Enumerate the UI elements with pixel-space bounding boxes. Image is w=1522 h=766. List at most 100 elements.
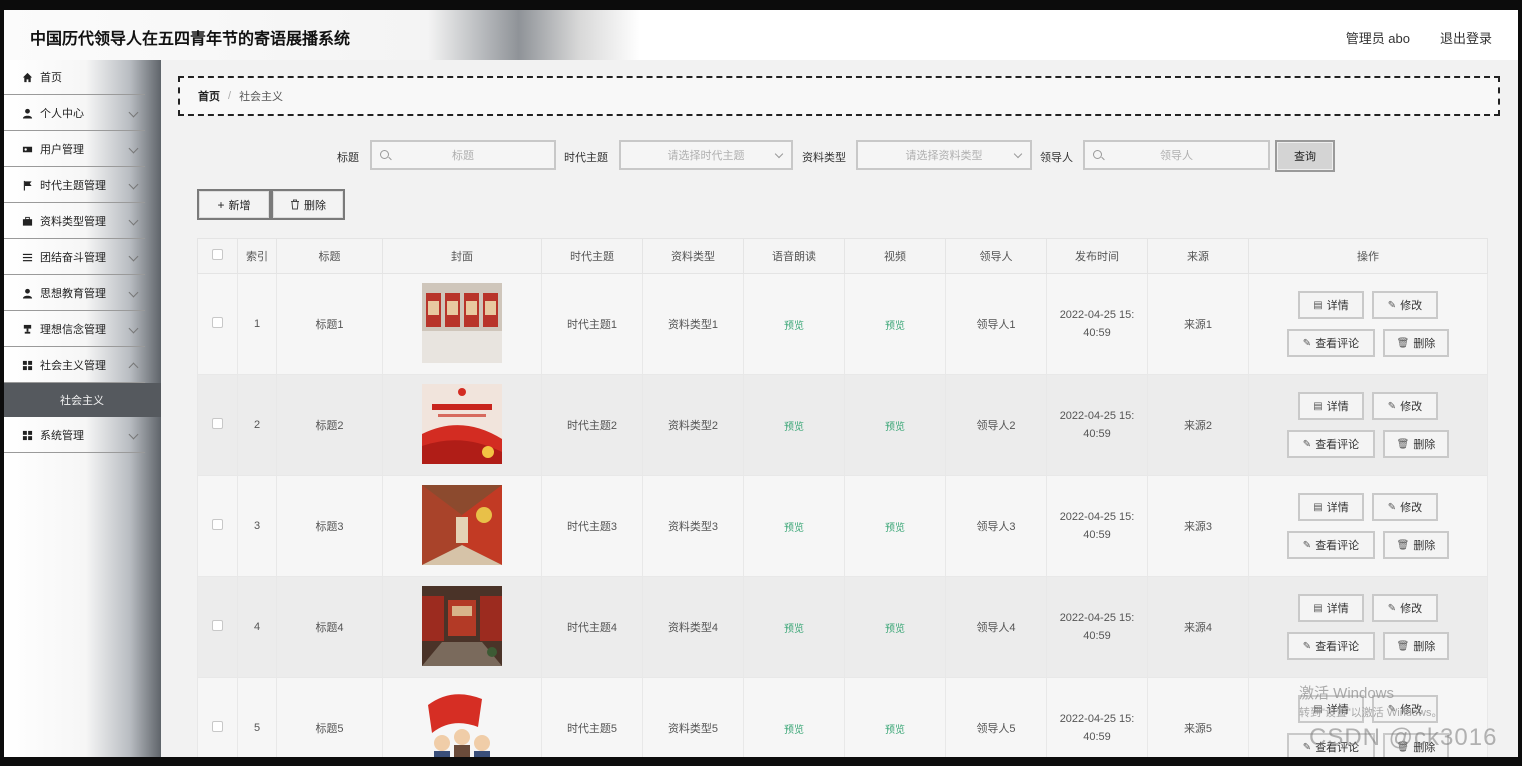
row-type: 资料类型1 bbox=[642, 273, 744, 375]
view-comments-button[interactable]: ✎ 查看评论 bbox=[1287, 531, 1375, 559]
sidebar-item-home[interactable]: 首页 bbox=[4, 60, 145, 95]
theme-placeholder: 请选择时代主题 bbox=[667, 150, 745, 162]
sidebar-item-label: 系统管理 bbox=[40, 430, 84, 442]
edit-label: 修改 bbox=[1400, 502, 1423, 514]
add-button-label: 新增 bbox=[228, 199, 251, 212]
detail-button[interactable]: ▤ 详情 bbox=[1298, 493, 1364, 521]
sidebar-item-user-management[interactable]: 用户管理 bbox=[4, 132, 145, 167]
edit-button[interactable]: ✎ 修改 bbox=[1372, 493, 1438, 521]
chevron-down-icon bbox=[128, 215, 139, 226]
sidebar-item-ideal-belief[interactable]: 理想信念管理 bbox=[4, 312, 145, 347]
row-delete-button[interactable]: 🗑 删除 bbox=[1383, 329, 1449, 357]
row-checkbox[interactable] bbox=[212, 418, 223, 429]
video-preview-link[interactable]: 预览 bbox=[885, 422, 905, 433]
sidebar-item-personal-center[interactable]: 个人中心 bbox=[4, 96, 145, 131]
leader-search-input[interactable]: 领导人 bbox=[1083, 140, 1270, 170]
video-preview-link[interactable]: 预览 bbox=[885, 725, 905, 736]
audio-preview-link[interactable]: 预览 bbox=[784, 321, 804, 332]
delete-button[interactable]: 删除 bbox=[271, 189, 345, 220]
row-delete-button[interactable]: 🗑 删除 bbox=[1383, 430, 1449, 458]
row-source: 来源4 bbox=[1147, 576, 1249, 678]
video-preview-link[interactable]: 预览 bbox=[885, 624, 905, 635]
audio-preview-link[interactable]: 预览 bbox=[784, 523, 804, 534]
sidebar-item-label: 团结奋斗管理 bbox=[40, 252, 106, 264]
type-label: 资料类型 bbox=[802, 152, 846, 164]
view-comments-button[interactable]: ✎ 查看评论 bbox=[1287, 430, 1375, 458]
flag-icon bbox=[23, 180, 32, 191]
sidebar-subitem-socialism[interactable]: 社会主义 bbox=[4, 383, 161, 417]
breadcrumb-separator: / bbox=[228, 90, 232, 102]
column-header: 资料类型 bbox=[642, 238, 744, 274]
audio-preview-link[interactable]: 预览 bbox=[784, 725, 804, 736]
edit-button[interactable]: ✎ 修改 bbox=[1372, 594, 1438, 622]
edit-button[interactable]: ✎ 修改 bbox=[1372, 392, 1438, 420]
sidebar-item-system-management[interactable]: 系统管理 bbox=[4, 418, 145, 453]
row-checkbox[interactable] bbox=[212, 721, 223, 732]
row-theme: 时代主题5 bbox=[541, 677, 643, 757]
chevron-down-icon bbox=[128, 323, 139, 334]
select-all-checkbox[interactable] bbox=[212, 249, 223, 260]
type-select[interactable]: 请选择资料类型 bbox=[856, 140, 1032, 170]
sidebar-item-ideology-education[interactable]: 思想教育管理 bbox=[4, 276, 145, 311]
row-delete-button[interactable]: 🗑 删除 bbox=[1383, 632, 1449, 660]
detail-label: 详情 bbox=[1326, 401, 1349, 413]
video-preview-link[interactable]: 预览 bbox=[885, 523, 905, 534]
detail-button[interactable]: ▤ 详情 bbox=[1298, 291, 1364, 319]
edit-button[interactable]: ✎ 修改 bbox=[1372, 291, 1438, 319]
sidebar-item-material-type[interactable]: 资料类型管理 bbox=[4, 204, 145, 239]
row-leader: 领导人5 bbox=[945, 677, 1047, 757]
row-delete-button[interactable]: 🗑 删除 bbox=[1383, 531, 1449, 559]
sidebar-item-label: 用户管理 bbox=[40, 144, 84, 156]
delete-button-label: 删除 bbox=[304, 199, 326, 212]
row-checkbox[interactable] bbox=[212, 620, 223, 631]
row-delete-label: 删除 bbox=[1413, 338, 1436, 350]
row-publish-time: 2022-04-25 15: 40:59 bbox=[1046, 576, 1148, 678]
column-header: 标题 bbox=[276, 238, 383, 274]
select-all-header[interactable] bbox=[197, 238, 238, 274]
query-button[interactable]: 查询 bbox=[1275, 140, 1335, 172]
detail-button[interactable]: ▤ 详情 bbox=[1298, 594, 1364, 622]
logout-link[interactable]: 退出登录 bbox=[1440, 28, 1492, 47]
home-icon bbox=[22, 72, 33, 82]
chevron-up-icon bbox=[128, 362, 139, 373]
row-publish-time: 2022-04-25 15: 40:59 bbox=[1046, 475, 1148, 577]
breadcrumb-home[interactable]: 首页 bbox=[198, 88, 220, 104]
row-type: 资料类型2 bbox=[642, 374, 744, 476]
publish-time-date: 2022-04-25 15: bbox=[1059, 511, 1135, 523]
row-title: 标题4 bbox=[276, 576, 383, 678]
column-header: 语音朗读 bbox=[743, 238, 845, 274]
app-screen: 中国历代领导人在五四青年节的寄语展播系统 管理员 abo 退出登录 首页 个人中… bbox=[4, 10, 1518, 757]
column-header: 索引 bbox=[237, 238, 277, 274]
chevron-down-icon bbox=[1013, 149, 1023, 159]
publish-time-clock: 40:59 bbox=[1083, 327, 1111, 339]
view-comments-button[interactable]: ✎ 查看评论 bbox=[1287, 329, 1375, 357]
row-checkbox[interactable] bbox=[212, 519, 223, 530]
sidebar-item-socialism-management[interactable]: 社会主义管理 bbox=[4, 348, 145, 383]
cover-image bbox=[422, 484, 502, 565]
pencil-icon: ✎ bbox=[1302, 640, 1312, 652]
publish-time-clock: 40:59 bbox=[1083, 428, 1111, 440]
csdn-watermark: CSDN @ck3016 bbox=[1309, 724, 1498, 751]
row-source: 来源5 bbox=[1147, 677, 1249, 757]
comments-label: 查看评论 bbox=[1315, 439, 1360, 451]
briefcase-icon bbox=[22, 216, 33, 226]
audio-preview-link[interactable]: 预览 bbox=[784, 624, 804, 635]
add-button[interactable]: + 新增 bbox=[197, 189, 271, 220]
detail-label: 详情 bbox=[1326, 502, 1349, 514]
theme-select[interactable]: 请选择时代主题 bbox=[619, 140, 793, 170]
title-search-input[interactable]: 标题 bbox=[370, 140, 556, 170]
sidebar-item-label: 时代主题管理 bbox=[40, 180, 106, 192]
view-comments-button[interactable]: ✎ 查看评论 bbox=[1287, 632, 1375, 660]
publish-time-date: 2022-04-25 15: bbox=[1059, 309, 1135, 321]
cover-image bbox=[422, 383, 502, 464]
sidebar-item-era-theme[interactable]: 时代主题管理 bbox=[4, 168, 145, 203]
row-checkbox[interactable] bbox=[212, 317, 223, 328]
column-header: 领导人 bbox=[945, 238, 1047, 274]
audio-preview-link[interactable]: 预览 bbox=[784, 422, 804, 433]
row-index: 2 bbox=[237, 374, 277, 476]
sidebar-item-unity-struggle[interactable]: 团结奋斗管理 bbox=[4, 240, 145, 275]
detail-button[interactable]: ▤ 详情 bbox=[1298, 392, 1364, 420]
row-title: 标题2 bbox=[276, 374, 383, 476]
trash-icon: 🗑 bbox=[1396, 438, 1410, 450]
video-preview-link[interactable]: 预览 bbox=[885, 321, 905, 332]
